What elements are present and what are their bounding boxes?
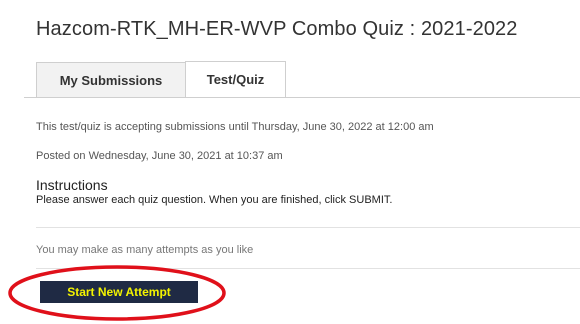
quiz-page: Hazcom-RTK_MH-ER-WVP Combo Quiz : 2021-2… <box>0 0 580 324</box>
posted-date-text: Posted on Wednesday, June 30, 2021 at 10… <box>36 150 283 162</box>
attempts-note: You may make as many attempts as you lik… <box>36 244 254 256</box>
instructions-text: Please answer each quiz question. When y… <box>36 194 393 206</box>
start-new-attempt-label: Start New Attempt <box>67 285 171 299</box>
start-new-attempt-button[interactable]: Start New Attempt <box>40 281 198 303</box>
submission-deadline-text: This test/quiz is accepting submissions … <box>36 121 434 133</box>
tab-my-submissions[interactable]: My Submissions <box>36 62 185 97</box>
highlight-annotation-ellipse <box>8 265 226 321</box>
tab-bar: My Submissions Test/Quiz <box>36 61 286 97</box>
tab-bar-divider <box>24 97 580 98</box>
section-divider <box>36 227 580 228</box>
section-divider <box>36 268 580 269</box>
page-title: Hazcom-RTK_MH-ER-WVP Combo Quiz : 2021-2… <box>36 18 518 40</box>
instructions-heading: Instructions <box>36 177 108 193</box>
tab-test-quiz[interactable]: Test/Quiz <box>185 61 286 97</box>
